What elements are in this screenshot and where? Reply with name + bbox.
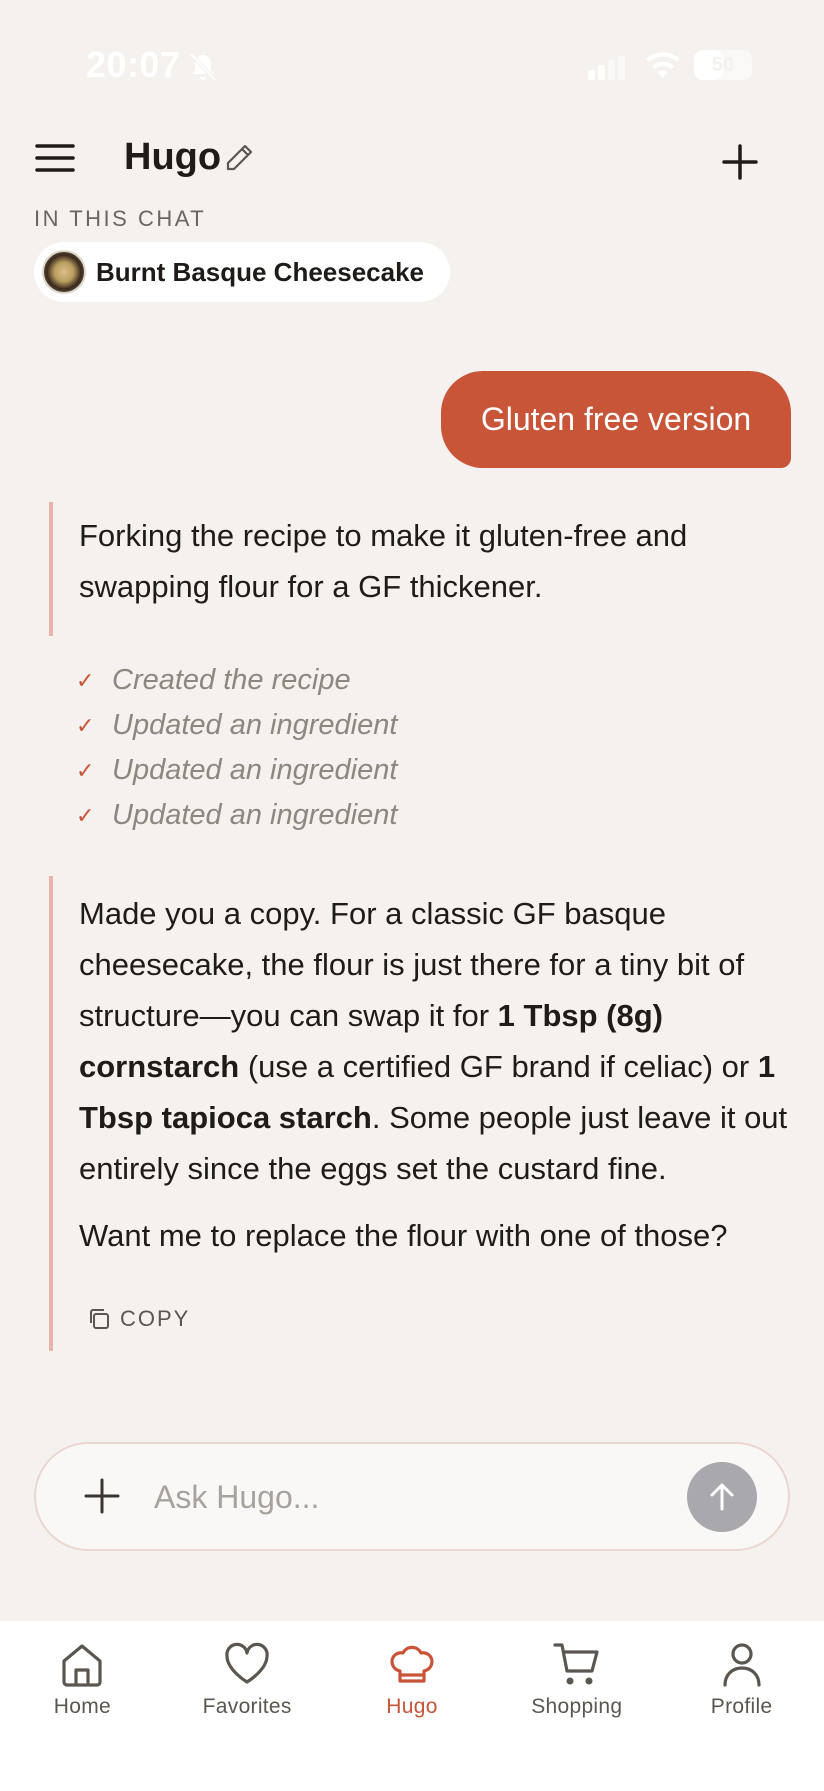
copy-label: COPY xyxy=(120,1306,191,1331)
check-icon: ✓ xyxy=(76,757,95,783)
nav-home[interactable]: Home xyxy=(0,1621,165,1791)
check-icon: ✓ xyxy=(76,712,95,738)
pencil-icon[interactable] xyxy=(224,143,254,173)
status-time: 20:07 xyxy=(86,44,181,85)
check-icon: ✓ xyxy=(76,667,95,693)
chat-title: Hugo xyxy=(124,136,222,178)
nav-profile[interactable]: Profile xyxy=(659,1621,824,1791)
chat-composer xyxy=(34,1442,790,1551)
assistant-followup-text: Want me to replace the flour with one of… xyxy=(79,1218,728,1253)
person-icon xyxy=(722,1643,761,1687)
copy-button[interactable]: COPY xyxy=(86,1306,190,1332)
user-message-bubble: Gluten free version xyxy=(441,371,791,468)
home-icon xyxy=(62,1644,102,1687)
chef-hat-icon xyxy=(390,1645,434,1683)
nav-label: Profile xyxy=(710,1695,773,1718)
hamburger-menu-icon[interactable] xyxy=(34,140,76,176)
arrow-up-icon xyxy=(710,1483,734,1511)
recipe-thumbnail xyxy=(42,250,86,294)
nav-label: Hugo xyxy=(386,1695,438,1718)
bottom-nav: Home Favorites Hugo Shopping Profile xyxy=(0,1621,824,1791)
nav-label: Favorites xyxy=(202,1695,292,1718)
wifi-icon xyxy=(646,52,680,78)
action-item: ✓ Updated an ingredient xyxy=(76,748,676,793)
signal-icon xyxy=(588,56,625,80)
bell-off-icon xyxy=(189,52,217,82)
action-item: ✓ Updated an ingredient xyxy=(76,703,676,748)
action-label: Updated an ingredient xyxy=(112,799,398,831)
ask-hugo-input[interactable] xyxy=(154,1468,694,1526)
action-label: Created the recipe xyxy=(112,664,351,696)
action-item: ✓ Created the recipe xyxy=(76,658,676,703)
battery-level: 50 xyxy=(711,53,735,76)
heart-icon xyxy=(225,1642,269,1684)
action-label: Updated an ingredient xyxy=(112,709,398,741)
action-label: Updated an ingredient xyxy=(112,754,398,786)
copy-icon xyxy=(90,1309,109,1329)
assistant-message: Forking the recipe to make it gluten-fre… xyxy=(49,502,789,636)
chat-header: Hugo xyxy=(0,118,824,198)
send-button[interactable] xyxy=(687,1462,757,1532)
status-bar: 20:07 50 xyxy=(0,0,824,130)
action-list: ✓ Created the recipe ✓ Updated an ingred… xyxy=(76,658,676,838)
cart-icon xyxy=(553,1643,599,1685)
action-item: ✓ Updated an ingredient xyxy=(76,793,676,838)
nav-label: Shopping xyxy=(531,1695,623,1718)
text-segment: (use a certified GF brand if celiac) or xyxy=(239,1049,758,1084)
in-this-chat-label: IN THIS CHAT xyxy=(34,206,207,231)
recipe-chip-label: Burnt Basque Cheesecake xyxy=(96,256,425,287)
nav-favorites[interactable]: Favorites xyxy=(165,1621,330,1791)
assistant-message-text: Forking the recipe to make it gluten-fre… xyxy=(79,518,688,604)
nav-shopping[interactable]: Shopping xyxy=(494,1621,659,1791)
nav-label: Home xyxy=(53,1695,111,1718)
assistant-message-text: Made you a copy. For a classic GF basque… xyxy=(79,876,789,1194)
recipe-chip[interactable]: Burnt Basque Cheesecake xyxy=(34,242,450,302)
nav-hugo[interactable]: Hugo xyxy=(330,1621,495,1791)
plus-icon[interactable] xyxy=(716,138,764,186)
battery-indicator: 50 xyxy=(694,50,752,80)
check-icon: ✓ xyxy=(76,802,95,828)
attach-plus-icon[interactable] xyxy=(82,1476,122,1516)
assistant-message: Made you a copy. For a classic GF basque… xyxy=(49,876,789,1351)
